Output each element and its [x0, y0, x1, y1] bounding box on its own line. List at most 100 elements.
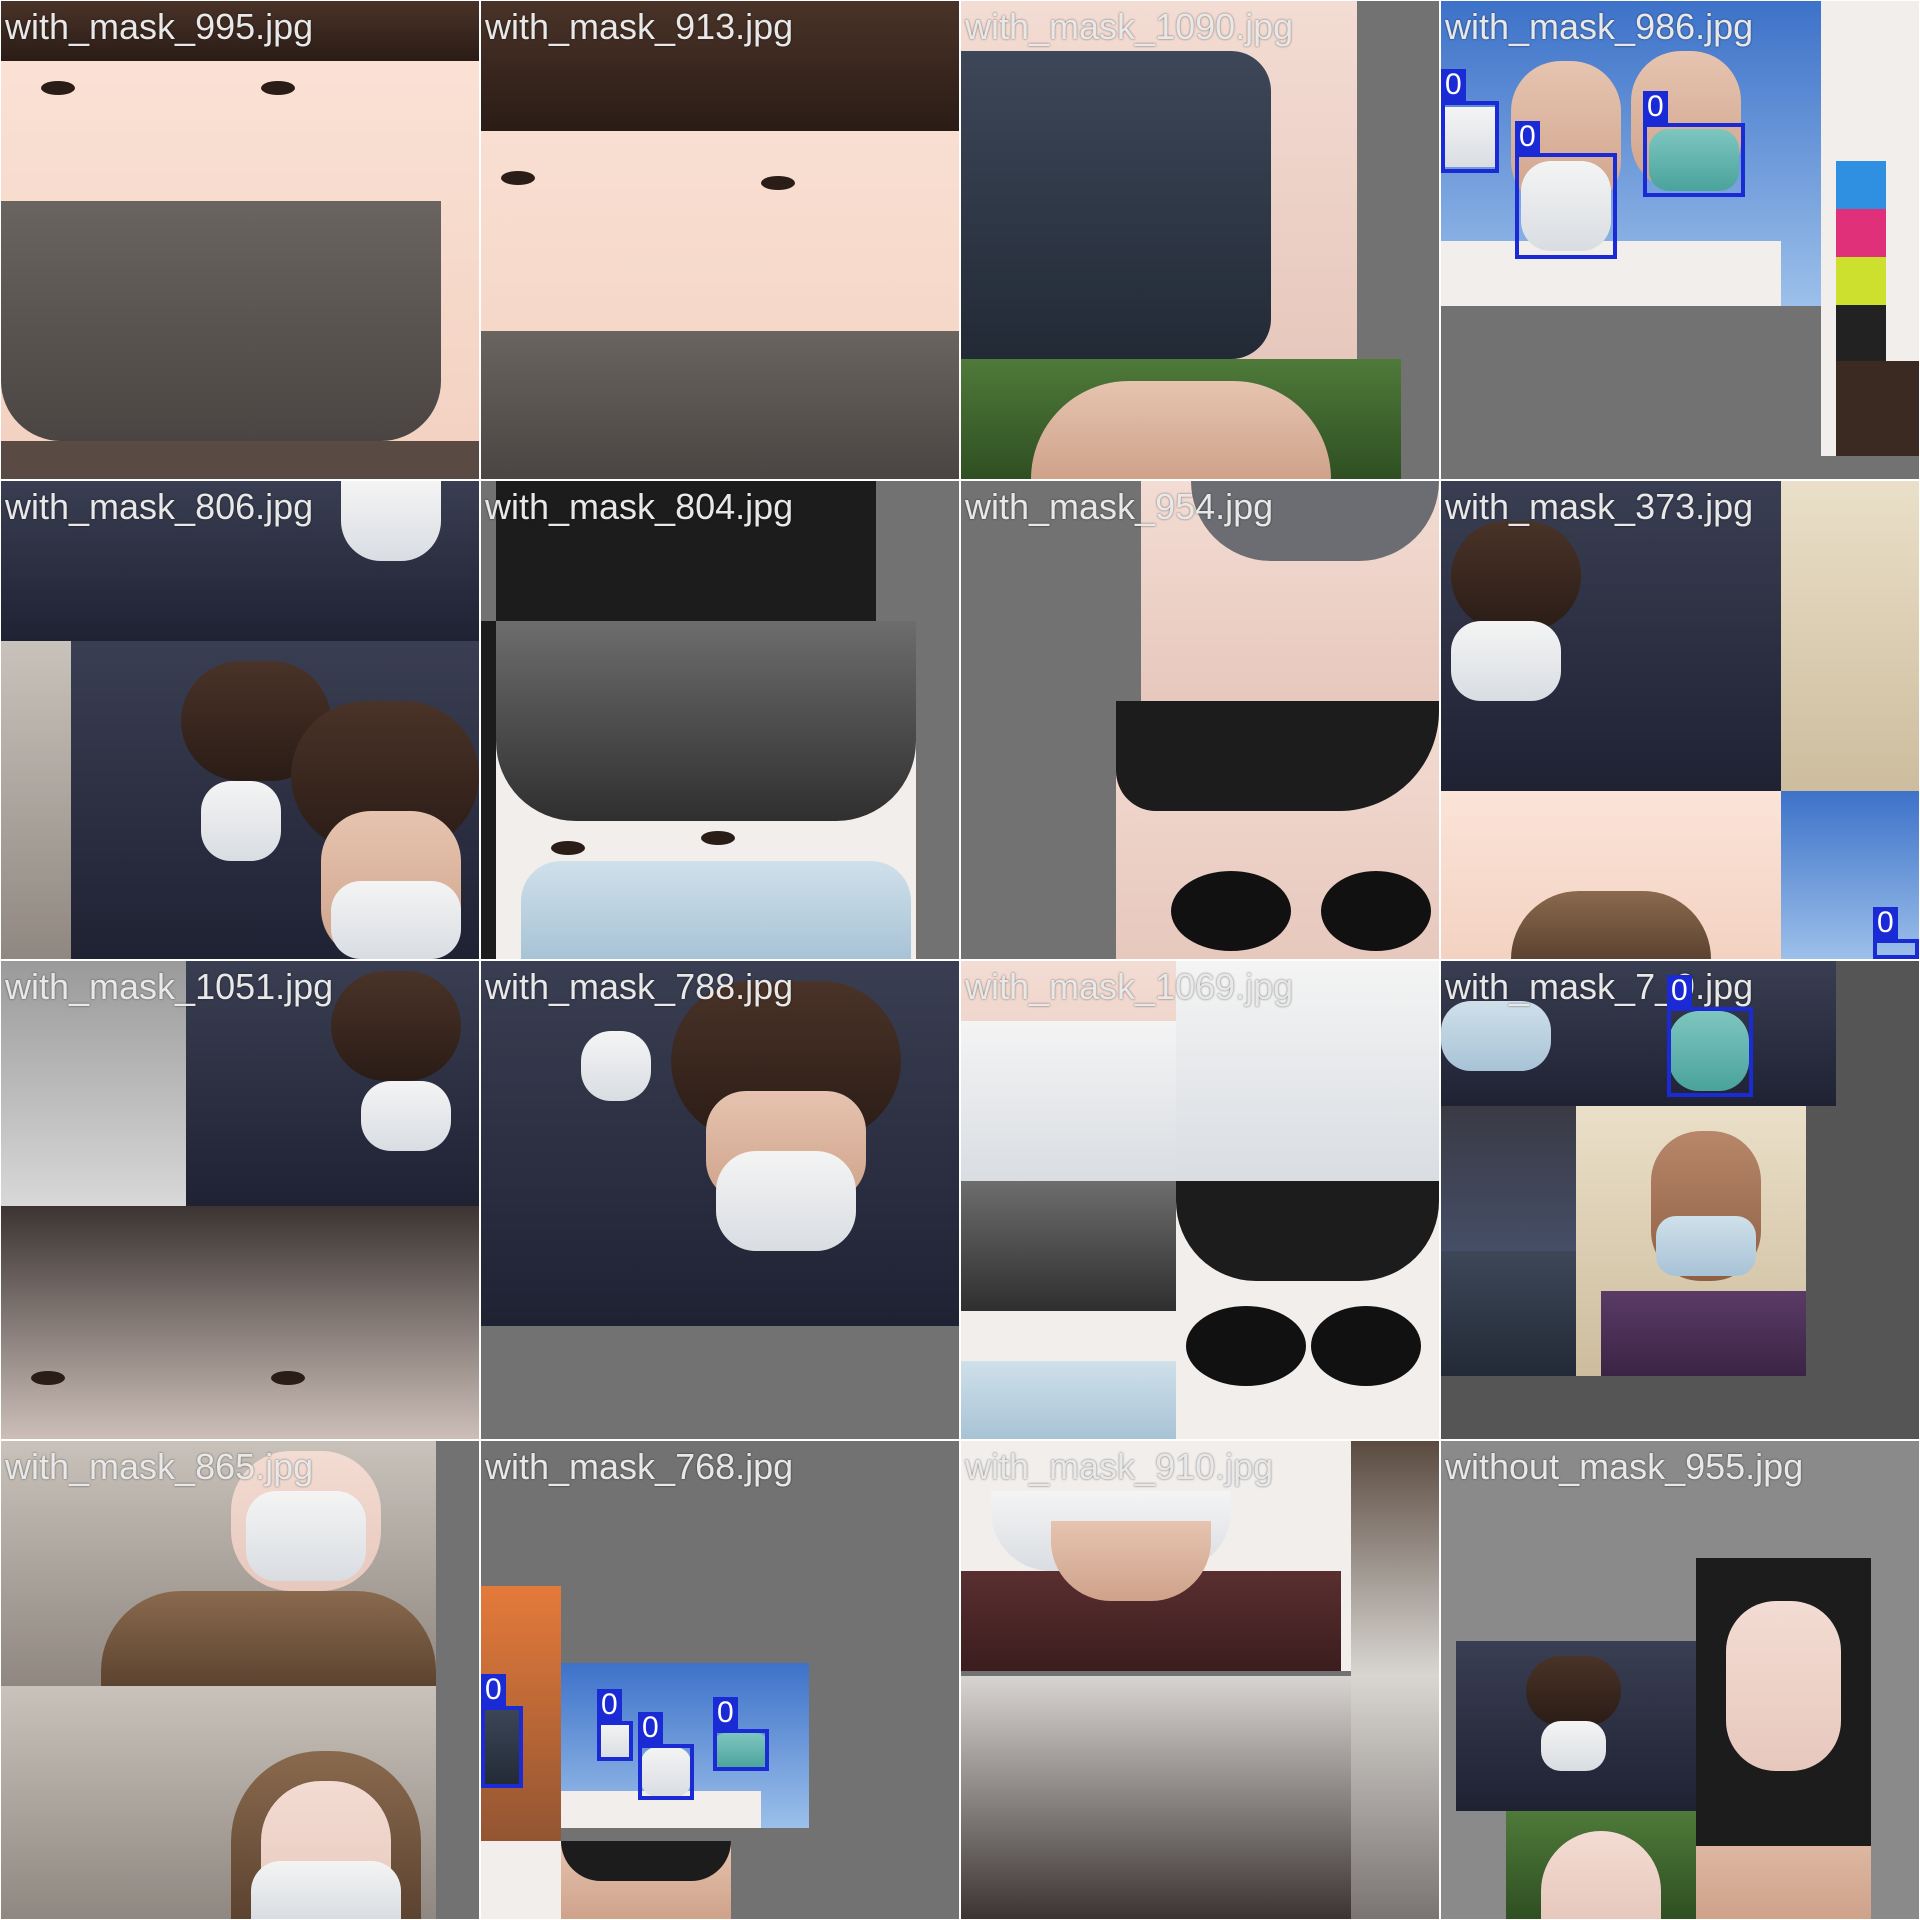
detection-class-label: 0	[481, 1674, 506, 1706]
white-face-mask	[581, 1031, 651, 1101]
eye	[261, 81, 295, 95]
tile-filename-label: with_mask_7_9.jpg	[1445, 966, 1754, 1007]
white-face-mask	[341, 481, 441, 561]
tile-filename-label: with_mask_788.jpg	[485, 966, 794, 1007]
hair-region	[1116, 701, 1439, 811]
detection-class-label: 0	[713, 1697, 738, 1729]
side-photo	[1351, 1676, 1439, 1919]
eye	[701, 831, 735, 845]
white-face-mask	[246, 1491, 366, 1581]
grey-face-mask	[961, 1361, 1176, 1439]
white-face-mask	[716, 1151, 856, 1251]
mosaic-tile: 0 with_mask_373.jpg	[1440, 480, 1920, 960]
black-face-mask	[961, 51, 1271, 359]
white-face-mask	[961, 1021, 1176, 1181]
detection-box	[1643, 123, 1745, 197]
detection-class-label: 0	[1667, 975, 1692, 1007]
grey-face-mask	[481, 331, 959, 479]
mosaic-tile: with_mask_804.jpg	[480, 480, 960, 960]
detection-class-label: 0	[1441, 69, 1466, 101]
detection-class-label: 0	[1515, 121, 1540, 153]
sunglasses	[1321, 871, 1431, 951]
mosaic-tile: with_mask_788.jpg	[480, 960, 960, 1440]
wall-photo	[1781, 481, 1919, 791]
tile-filename-label: with_mask_768.jpg	[485, 1446, 794, 1487]
black-face-mask	[1441, 1251, 1576, 1376]
tile-filename-label: with_mask_986.jpg	[1445, 6, 1754, 47]
light-blue-face-mask	[1441, 1001, 1551, 1071]
neck	[1051, 1521, 1211, 1601]
mosaic-tile: with_mask_995.jpg	[0, 0, 480, 480]
photo-edge	[481, 621, 496, 959]
tile-filename-label: with_mask_954.jpg	[965, 486, 1274, 527]
detection-box	[638, 1744, 694, 1800]
tile-filename-label: with_mask_865.jpg	[5, 1446, 314, 1487]
white-face-mask	[201, 781, 281, 861]
detection-box	[597, 1721, 633, 1761]
mosaic-tile: without_mask_955.jpg	[1440, 1440, 1920, 1920]
light-blue-face-mask	[521, 861, 911, 959]
sky-photo	[1781, 791, 1919, 959]
street-photo	[1, 641, 71, 959]
eye	[551, 841, 585, 855]
tile-filename-label: with_mask_910.jpg	[965, 1446, 1274, 1487]
tile-filename-label: with_mask_804.jpg	[485, 486, 794, 527]
detection-class-label: 0	[638, 1712, 663, 1744]
hair-region	[1696, 1801, 1871, 1846]
hair-region	[1176, 1181, 1439, 1281]
curly-hair	[331, 971, 461, 1081]
photo-strip	[1, 441, 479, 479]
side-photo	[1351, 1441, 1439, 1676]
white-face-mask	[1451, 621, 1561, 701]
eye	[501, 171, 535, 185]
light-blue-face-mask	[1656, 1216, 1756, 1276]
mosaic-tile: with_mask_954.jpg	[960, 480, 1440, 960]
sunglasses	[1311, 1306, 1421, 1386]
mosaic-tile: with_mask_1051.jpg	[0, 960, 480, 1440]
mosaic-tile: with_mask_806.jpg	[0, 480, 480, 960]
curly-hair	[1451, 521, 1581, 631]
person-photo	[1836, 361, 1919, 456]
mosaic-tile: with_mask_910.jpg	[960, 1440, 1440, 1920]
face-photo	[1, 1206, 479, 1439]
hair-region	[961, 1181, 1176, 1311]
padding	[1357, 1, 1439, 359]
grey-face-mask	[1, 201, 441, 441]
tile-filename-label: with_mask_806.jpg	[5, 486, 314, 527]
coat	[101, 1591, 436, 1686]
tile-filename-label: with_mask_913.jpg	[485, 6, 794, 47]
curly-hair	[1526, 1656, 1621, 1726]
eye	[41, 81, 75, 95]
mosaic-tile: 0 0 0 with_mask_986.jpg	[1440, 0, 1920, 480]
sunglasses	[1186, 1306, 1306, 1386]
white-face-mask	[361, 1081, 451, 1151]
white-face-mask	[1541, 1721, 1606, 1771]
detection-box	[1515, 153, 1617, 259]
hair-region	[496, 621, 916, 821]
mosaic-tile: with_mask_913.jpg	[480, 0, 960, 480]
tile-filename-label: without_mask_955.jpg	[1445, 1446, 1804, 1487]
detection-box	[481, 1706, 523, 1788]
head-photo	[1031, 381, 1331, 479]
sunglasses	[1171, 871, 1291, 951]
detection-class-label: 0	[1643, 91, 1668, 123]
shirt	[1601, 1291, 1806, 1376]
detection-class-label: 0	[1873, 907, 1898, 939]
detection-box	[1441, 101, 1499, 173]
mosaic-tile: 0 with_mask_7_9.jpg	[1440, 960, 1920, 1440]
face-photo	[961, 1676, 1351, 1919]
mosaic-tile: 0 0 0 0 with_mask_768.jpg	[480, 1440, 960, 1920]
eye	[271, 1371, 305, 1385]
detection-box	[1667, 1007, 1753, 1097]
detection-box	[1873, 939, 1919, 959]
eye	[31, 1371, 65, 1385]
color-chart	[1836, 161, 1886, 361]
tile-filename-label: with_mask_373.jpg	[1445, 486, 1754, 527]
photo-fragment	[481, 1841, 561, 1919]
tile-filename-label: with_mask_1051.jpg	[5, 966, 334, 1007]
augmented-batch-mosaic: with_mask_995.jpg with_mask_913.jpg with…	[0, 0, 1920, 1920]
mosaic-tile: with_mask_1069.jpg	[960, 960, 1440, 1440]
face	[1726, 1601, 1841, 1771]
detection-box	[713, 1729, 769, 1771]
detection-class-label: 0	[597, 1689, 622, 1721]
